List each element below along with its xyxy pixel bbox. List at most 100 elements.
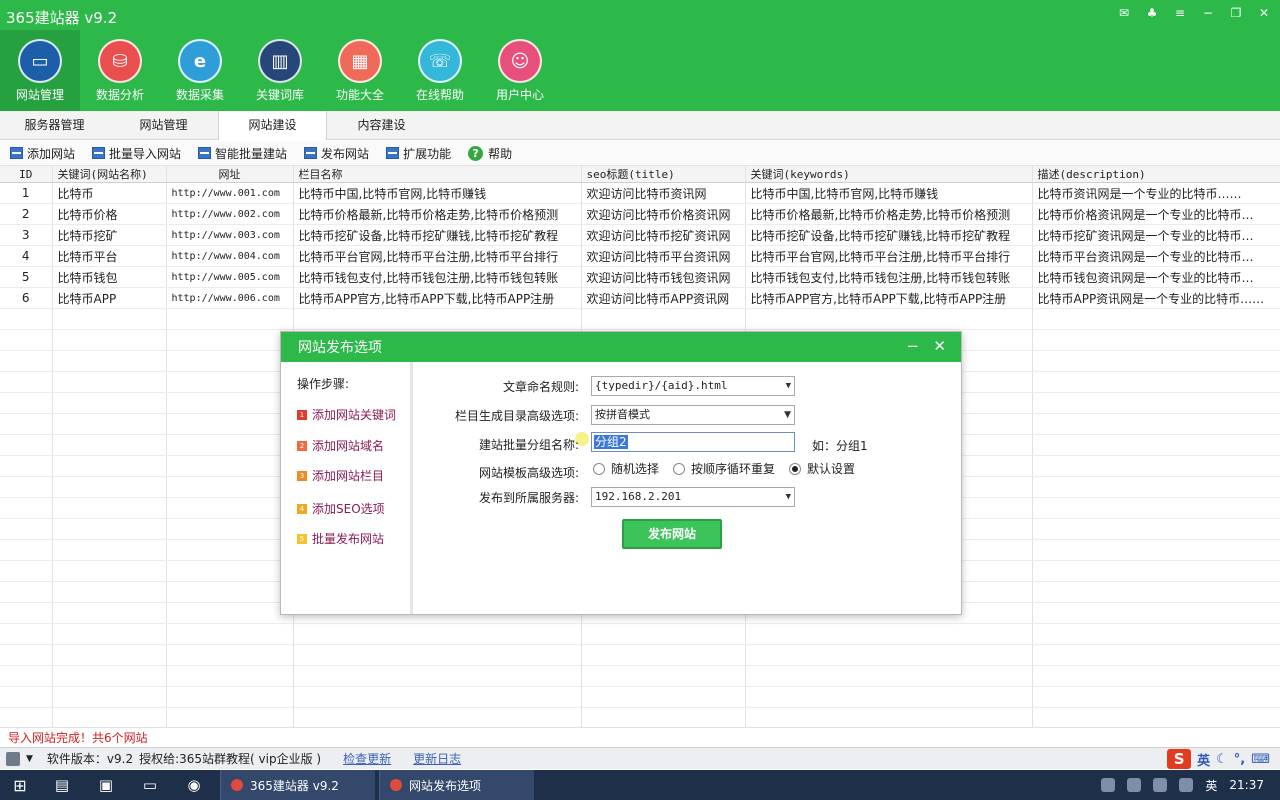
column-header[interactable]: 关键词(网站名称) (52, 166, 167, 183)
table-cell[interactable]: http://www.006.com (166, 287, 294, 309)
nav-data-analysis[interactable]: ⛁ 数据分析 (80, 30, 160, 111)
table-cell[interactable]: 比特币中国,比特币官网,比特币赚钱 (745, 182, 1033, 204)
nav-online-help[interactable]: ☏ 在线帮助 (400, 30, 480, 111)
column-header[interactable]: seo标题(title) (581, 166, 746, 183)
table-cell[interactable]: 比特币中国,比特币官网,比特币赚钱 (293, 182, 582, 204)
table-cell[interactable]: 比特币钱包支付,比特币钱包注册,比特币钱包转账 (293, 266, 582, 288)
table-cell[interactable]: 比特币 (52, 182, 167, 204)
table-cell[interactable]: http://www.002.com (166, 203, 294, 225)
table-cell[interactable]: http://www.001.com (166, 182, 294, 204)
nav-site-management[interactable]: ▭ 网站管理 (0, 30, 80, 111)
table-cell[interactable]: 比特币价格最新,比特币价格走势,比特币价格预测 (745, 203, 1033, 225)
sogou-ime-icon[interactable]: S (1167, 749, 1192, 769)
minimize-icon[interactable]: − (906, 332, 919, 360)
table-cell[interactable]: 比特币钱包支付,比特币钱包注册,比特币钱包转账 (745, 266, 1033, 288)
clock[interactable]: 21:37 (1229, 778, 1264, 792)
table-row[interactable]: 3 比特币挖矿 http://www.003.com 比特币挖矿设备,比特币挖矿赚钱,… (0, 224, 1280, 246)
step-item[interactable]: 4 添加SEO选项 (297, 500, 385, 517)
table-cell[interactable]: 比特币钱包 (52, 266, 167, 288)
table-cell[interactable]: 5 (0, 266, 53, 288)
windows-start-icon[interactable]: ⊞ (0, 770, 40, 800)
table-cell[interactable]: 欢迎访问比特币APP资讯网 (581, 287, 746, 309)
dropdown-arrow-icon[interactable]: ▼ (26, 754, 33, 764)
publish-site-button[interactable]: 发布网站 (304, 145, 369, 162)
table-row[interactable]: 2 比特币价格 http://www.002.com 比特币价格最新,比特币价格走势,… (0, 203, 1280, 225)
step-item[interactable]: 3 添加网站栏目 (297, 467, 384, 484)
table-cell[interactable]: 比特币钱包资讯网是一个专业的比特币… (1032, 266, 1280, 288)
table-cell[interactable]: 欢迎访问比特币钱包资讯网 (581, 266, 746, 288)
column-header[interactable]: 关键词(keywords) (745, 166, 1033, 183)
ime-language[interactable]: 英 (1197, 750, 1210, 769)
table-cell[interactable]: 1 (0, 182, 53, 204)
nav-user-center[interactable]: ☺ 用户中心 (480, 30, 560, 111)
check-update-link[interactable]: 检查更新 (343, 750, 391, 767)
help-button[interactable]: ? 帮助 (468, 145, 512, 162)
table-cell[interactable]: 比特币APP官方,比特币APP下载,比特币APP注册 (745, 287, 1033, 309)
table-cell[interactable]: 3 (0, 224, 53, 246)
radio-label[interactable]: 按顺序循环重复 (691, 460, 775, 477)
table-row[interactable]: 4 比特币平台 http://www.004.com 比特币平台官网,比特币平台注册,… (0, 245, 1280, 267)
tray-network-icon[interactable] (1127, 778, 1142, 792)
extend-button[interactable]: 扩展功能 (386, 145, 451, 162)
table-cell[interactable]: 欢迎访问比特币资讯网 (581, 182, 746, 204)
group-name-input[interactable]: 分组2 (591, 432, 795, 452)
table-cell[interactable]: http://www.003.com (166, 224, 294, 246)
dialog-titlebar[interactable]: 网站发布选项 − ✕ (281, 332, 961, 362)
table-cell[interactable]: 比特币挖矿资讯网是一个专业的比特币… (1032, 224, 1280, 246)
table-cell[interactable]: 4 (0, 245, 53, 267)
table-cell[interactable]: 比特币APP官方,比特币APP下载,比特币APP注册 (293, 287, 582, 309)
menu-icon[interactable]: ≡ (1170, 4, 1190, 22)
table-row[interactable]: 1 比特币 http://www.001.com 比特币中国,比特币官网,比特币赚钱欢… (0, 182, 1280, 204)
tray-security-icon[interactable] (1153, 778, 1168, 792)
update-log-link[interactable]: 更新日志 (413, 750, 461, 767)
settings-icon[interactable] (6, 751, 20, 766)
column-header[interactable]: ID (0, 166, 53, 183)
table-cell[interactable]: 欢迎访问比特币价格资讯网 (581, 203, 746, 225)
tab-server-management[interactable]: 服务器管理 (0, 111, 109, 140)
radio-label[interactable]: 默认设置 (807, 460, 855, 477)
restore-icon[interactable]: ❐ (1226, 4, 1246, 22)
tray-app-icon[interactable] (1101, 778, 1116, 792)
radio-label[interactable]: 随机选择 (611, 460, 659, 477)
dir-option-select[interactable]: 按拼音模式 ▼ (591, 405, 795, 425)
minimize-icon[interactable]: − (1198, 4, 1218, 22)
tab-content-building[interactable]: 内容建设 (327, 111, 436, 140)
add-site-button[interactable]: 添加网站 (10, 145, 75, 162)
table-cell[interactable]: 比特币平台官网,比特币平台注册,比特币平台排行 (745, 245, 1033, 267)
table-cell[interactable]: 比特币价格资讯网是一个专业的比特币… (1032, 203, 1280, 225)
table-row[interactable]: 6 比特币APP http://www.006.com 比特币APP官方,比特币APP… (0, 287, 1280, 309)
table-cell[interactable]: 比特币价格 (52, 203, 167, 225)
table-cell[interactable]: 6 (0, 287, 53, 309)
powershell-icon[interactable]: ▣ (84, 770, 128, 800)
nav-data-collection[interactable]: e 数据采集 (160, 30, 240, 111)
folder-icon[interactable]: ▭ (128, 770, 172, 800)
radio-random[interactable] (593, 462, 605, 475)
table-cell[interactable]: 欢迎访问比特币挖矿资讯网 (581, 224, 746, 246)
table-cell[interactable]: 比特币平台官网,比特币平台注册,比特币平台排行 (293, 245, 582, 267)
keyboard-icon[interactable]: ⌨ (1251, 752, 1270, 767)
table-cell[interactable]: 比特币资讯网是一个专业的比特币…… (1032, 182, 1280, 204)
tray-volume-icon[interactable] (1179, 778, 1194, 792)
table-cell[interactable]: 比特币平台资讯网是一个专业的比特币… (1032, 245, 1280, 267)
table-row[interactable]: 5 比特币钱包 http://www.005.com 比特币钱包支付,比特币钱包注册,… (0, 266, 1280, 288)
table-cell[interactable]: 比特币平台 (52, 245, 167, 267)
table-cell[interactable]: 欢迎访问比特币平台资讯网 (581, 245, 746, 267)
publish-site-submit-button[interactable]: 发布网站 (622, 519, 722, 549)
radio-sequential[interactable] (673, 462, 686, 475)
step-item[interactable]: 2 添加网站域名 (297, 437, 384, 454)
batch-import-button[interactable]: 批量导入网站 (92, 145, 181, 162)
tab-site-building[interactable]: 网站建设 (218, 111, 327, 140)
table-cell[interactable]: 比特币挖矿设备,比特币挖矿赚钱,比特币挖矿教程 (745, 224, 1033, 246)
tray-ime[interactable]: 英 (1205, 777, 1217, 794)
table-cell[interactable]: http://www.005.com (166, 266, 294, 288)
radio-default[interactable] (789, 462, 802, 475)
step-item[interactable]: 1 添加网站关键词 (297, 406, 396, 423)
column-header[interactable]: 网址 (166, 166, 294, 183)
column-header[interactable]: 描述(description) (1032, 166, 1280, 183)
taskbar-dialog-window[interactable]: 网站发布选项 (379, 770, 534, 800)
nav-all-features[interactable]: ▦ 功能大全 (320, 30, 400, 111)
column-header[interactable]: 栏目名称 (293, 166, 582, 183)
table-cell[interactable]: 比特币APP (52, 287, 167, 309)
punctuation-icon[interactable]: °, (1234, 752, 1245, 767)
server-select[interactable]: 192.168.2.201 ▼ (591, 487, 795, 507)
